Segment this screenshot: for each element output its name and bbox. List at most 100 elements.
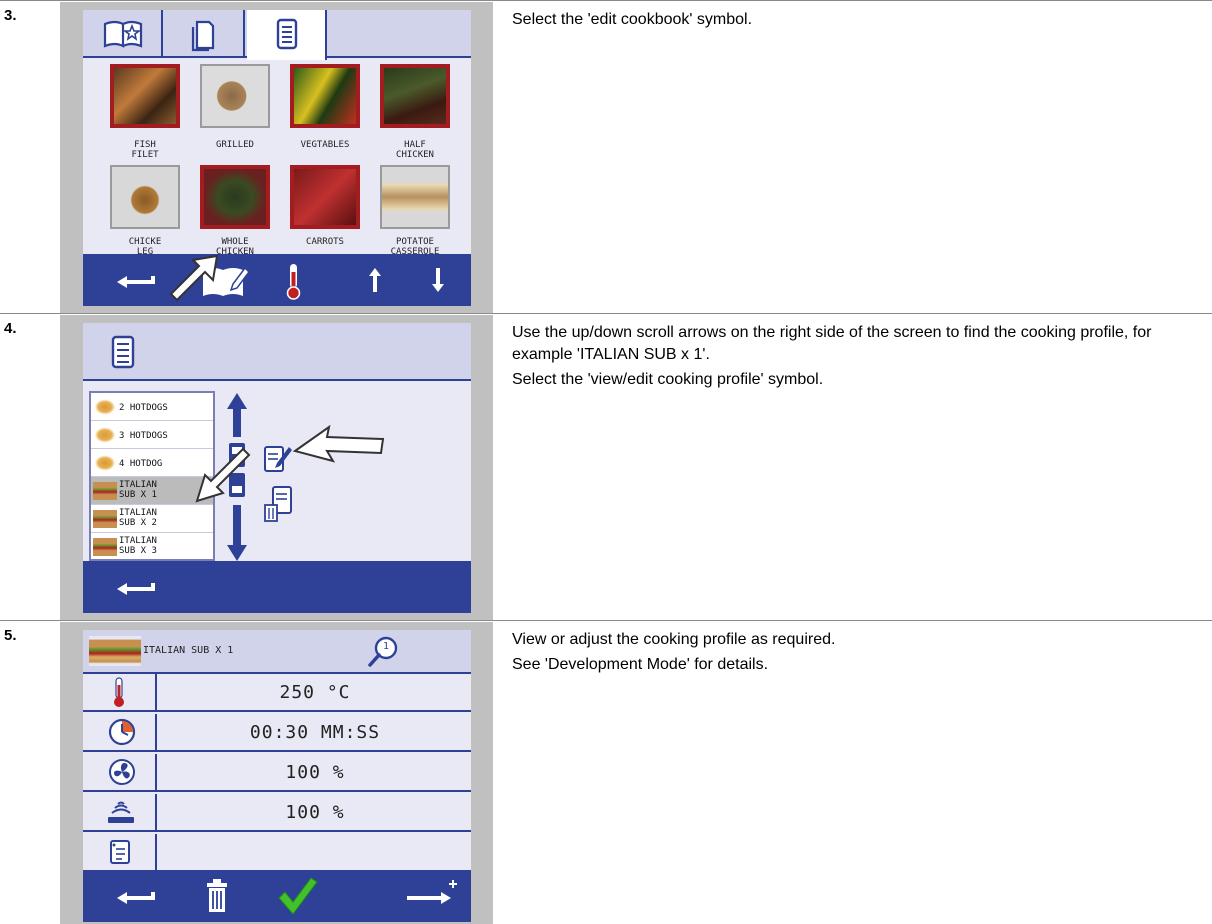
tile-label: FISH FILET (131, 140, 159, 160)
delete-profile-icon[interactable] (263, 485, 293, 523)
setting-row-info[interactable] (83, 834, 471, 872)
tile-label: CARROTS (306, 237, 344, 247)
step-5-row: 5. View or adjust the cooking profile as… (0, 620, 1212, 924)
back-arrow-icon (117, 583, 155, 595)
step-instructions: View or adjust the cooking profile as re… (512, 629, 1202, 679)
arrow-down-icon (432, 268, 444, 292)
profile-list-screen: 2 HOTDOGS 3 HOTDOGS 4 HOTDOG ITALIAN SUB … (83, 323, 471, 613)
instruction-text: Use the up/down scroll arrows on the rig… (512, 324, 1152, 363)
pointer-arrow-icon (169, 254, 219, 302)
tab-favourites[interactable] (165, 10, 245, 58)
instruction-text: Select the 'edit cookbook' symbol. (512, 11, 753, 28)
food-photo (290, 165, 360, 229)
profile-detail-screen: ITALIAN SUB X 1 1 250 °C 00:30 MM:SS 100… (83, 630, 471, 922)
tile-label: GRILLED (216, 140, 254, 150)
list-item-label: 4 HOTDOG (119, 459, 163, 469)
cookbook-tile-grilled[interactable] (200, 64, 270, 128)
cookbook-tab-bar (83, 10, 471, 60)
forward-arrow-plus-icon (407, 880, 457, 904)
delete-button[interactable] (197, 870, 237, 922)
step-number: 3. (4, 7, 17, 24)
step-4-row: 4. Use the up/down scroll arrows on the … (0, 313, 1212, 621)
profile-title: ITALIAN SUB X 1 (143, 645, 234, 656)
open-book-star-icon (103, 20, 143, 48)
clock-icon (108, 718, 136, 746)
hotdog-thumbnail (93, 426, 117, 444)
setting-value (159, 834, 471, 872)
sub-sandwich-thumbnail (93, 510, 117, 528)
tab-profiles[interactable] (247, 10, 327, 60)
instruction-text: See 'Development Mode' for details. (512, 656, 769, 673)
instruction-text: Select the 'view/edit cooking profile' s… (512, 371, 824, 388)
search-button[interactable]: 1 (365, 634, 401, 670)
screen-header (83, 323, 471, 381)
cookbook-tile-potatoe-casserole[interactable] (380, 165, 450, 229)
back-button[interactable] (107, 561, 167, 613)
instruction-text: View or adjust the cooking profile as re… (512, 631, 836, 648)
list-item[interactable]: 2 HOTDOGS (91, 393, 213, 421)
list-item-label: 2 HOTDOGS (119, 403, 168, 413)
back-arrow-icon (117, 892, 155, 904)
list-item-label: 3 HOTDOGS (119, 431, 168, 441)
bottom-toolbar (83, 870, 471, 922)
microwave-icon (108, 801, 134, 823)
arrow-up-icon (369, 268, 381, 292)
device-frame: FISH FILET GRILLED VEGTABLES HALF CHICKEN … (60, 2, 493, 314)
food-photo (110, 64, 180, 128)
device-frame: 2 HOTDOGS 3 HOTDOGS 4 HOTDOG ITALIAN SUB … (60, 315, 493, 621)
step-number: 4. (4, 320, 17, 337)
step-3-row: 3. Select the 'edit cookbook' symbol. FI… (0, 0, 1212, 314)
setting-value: 250 °C (279, 682, 351, 703)
confirm-button[interactable] (271, 870, 321, 922)
bottom-toolbar (83, 561, 471, 613)
scroll-up-button[interactable] (355, 254, 395, 306)
fan-icon (109, 759, 135, 785)
pages-icon (191, 20, 215, 52)
trash-can-icon (207, 879, 227, 912)
sub-sandwich-thumbnail (93, 538, 117, 556)
next-step-button[interactable] (401, 870, 461, 922)
food-photo (200, 64, 270, 128)
tab-cookbook[interactable] (83, 10, 163, 58)
pointer-arrow-icon (195, 447, 251, 503)
setting-value: 00:30 MM:SS (249, 722, 381, 743)
sub-sandwich-thumbnail (89, 636, 141, 666)
back-button[interactable] (107, 870, 167, 922)
document-list-icon (111, 335, 135, 369)
document-list-icon (276, 18, 298, 50)
magnifier-icon (368, 636, 398, 667)
bottom-toolbar (83, 254, 471, 306)
list-item-label: ITALIAN SUB X 1 (119, 480, 157, 500)
temperature-button[interactable] (273, 254, 313, 306)
device-frame: ITALIAN SUB X 1 1 250 °C 00:30 MM:SS 100… (60, 622, 493, 924)
setting-row-microwave[interactable]: 100 % (83, 794, 471, 832)
setting-value: 100 % (285, 802, 345, 823)
cookbook-tile-vegtables[interactable] (290, 64, 360, 128)
list-item-label: ITALIAN SUB X 2 (119, 508, 157, 528)
step-instructions: Use the up/down scroll arrows on the rig… (512, 322, 1202, 394)
setting-row-temperature[interactable]: 250 °C (83, 674, 471, 712)
step-number: 5. (4, 627, 17, 644)
food-photo (380, 165, 450, 229)
hotdog-thumbnail (93, 454, 117, 472)
list-item-label: ITALIAN SUB X 3 (119, 536, 157, 556)
cookbook-screen: FISH FILET GRILLED VEGTABLES HALF CHICKEN … (83, 10, 471, 306)
setting-row-time[interactable]: 00:30 MM:SS (83, 714, 471, 752)
food-photo (290, 64, 360, 128)
tile-label: HALF CHICKEN (396, 140, 434, 160)
info-icon (110, 840, 130, 864)
list-item[interactable]: ITALIAN SUB X 3 (91, 533, 213, 561)
screen-header: ITALIAN SUB X 1 1 (83, 630, 471, 674)
step-instructions: Select the 'edit cookbook' symbol. (512, 9, 1202, 34)
food-photo (380, 64, 450, 128)
thermometer-icon (114, 677, 124, 707)
setting-value: 100 % (285, 762, 345, 783)
cookbook-tile-half-chicken[interactable] (380, 64, 450, 128)
scroll-up-arrow-icon[interactable] (227, 393, 247, 437)
cookbook-tile-carrots[interactable] (290, 165, 360, 229)
tile-label: VEGTABLES (300, 140, 350, 150)
scroll-down-button[interactable] (418, 254, 458, 306)
checkmark-icon (278, 877, 318, 915)
setting-row-fan[interactable]: 100 % (83, 754, 471, 792)
cookbook-tile-fish-filet[interactable] (110, 64, 180, 128)
